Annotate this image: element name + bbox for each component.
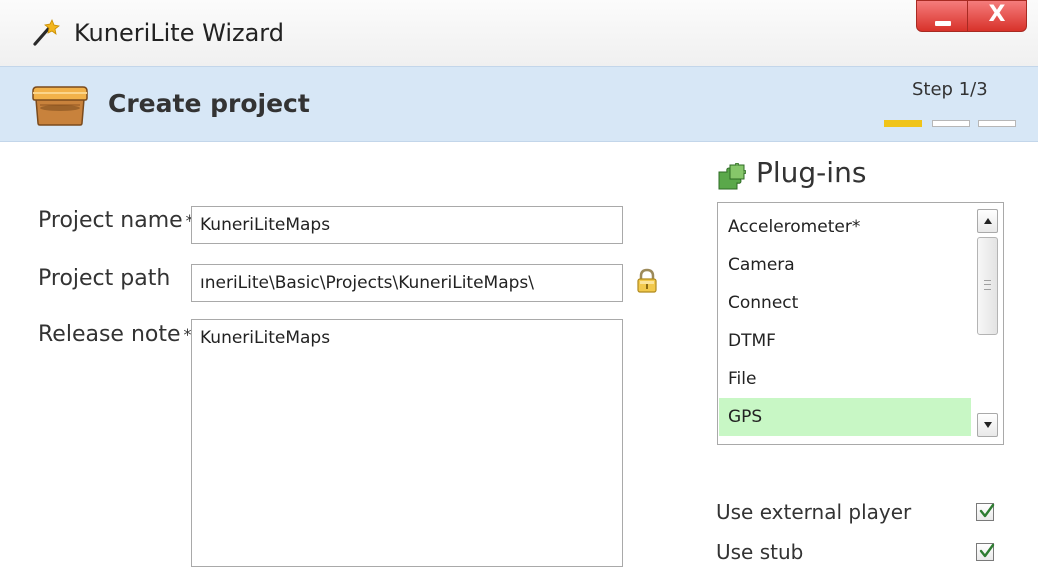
plugin-item-selected[interactable]: GPS — [719, 398, 971, 436]
plugin-item[interactable]: Accelerometer* — [719, 208, 971, 246]
use-stub-checkbox[interactable] — [976, 543, 995, 561]
step-bar-3 — [978, 120, 1016, 127]
project-name-label: Project name * — [38, 206, 194, 236]
checkmark-icon — [979, 543, 995, 558]
plugins-scrollbar[interactable] — [973, 203, 1003, 444]
use-external-player-label: Use external player — [716, 500, 912, 524]
project-path-input[interactable] — [191, 264, 623, 302]
step-bar-1 — [884, 120, 922, 127]
release-note-label-text: Release note — [38, 322, 181, 347]
use-stub-label: Use stub — [716, 540, 804, 564]
wizard-wand-icon — [33, 19, 60, 46]
arrow-up-icon — [983, 218, 992, 224]
release-note-label: Release note * — [38, 320, 192, 350]
plugin-item[interactable]: DTMF — [719, 322, 971, 360]
release-note-textarea[interactable] — [191, 319, 623, 567]
page-title: Create project — [108, 89, 310, 118]
plugin-item[interactable]: Camera — [719, 246, 971, 284]
plugins-list: Accelerometer* Camera Connect DTMF File … — [719, 208, 971, 436]
step-bar-2 — [932, 120, 970, 127]
project-path-label: Project path — [38, 266, 171, 291]
close-icon: X — [988, 2, 1006, 27]
puzzle-pieces-icon — [718, 163, 746, 190]
minimize-button[interactable] — [916, 0, 968, 32]
scroll-up-button[interactable] — [977, 209, 998, 233]
lock-icon[interactable] — [636, 268, 658, 294]
project-name-input[interactable] — [191, 206, 623, 244]
minimize-icon — [935, 21, 951, 26]
checkmark-icon — [979, 503, 995, 518]
title-bar[interactable]: KuneriLite Wizard X — [0, 0, 1038, 66]
box-icon — [32, 86, 88, 126]
project-name-label-text: Project name — [38, 208, 183, 233]
scroll-down-button[interactable] — [977, 413, 998, 437]
close-button[interactable]: X — [967, 0, 1027, 32]
step-header: Create project Step 1/3 — [0, 66, 1038, 142]
kunerilite-wizard-window: KuneriLite Wizard X Create project Step … — [0, 0, 1038, 578]
grip-icon — [984, 280, 991, 290]
step-progress — [884, 120, 1024, 128]
scroll-thumb[interactable] — [977, 237, 998, 335]
use-external-player-checkbox[interactable] — [976, 503, 995, 521]
plugin-item[interactable]: Connect — [719, 284, 971, 322]
plugin-item[interactable]: File — [719, 360, 971, 398]
window-title: KuneriLite Wizard — [74, 19, 284, 47]
plugins-listbox[interactable]: Accelerometer* Camera Connect DTMF File … — [717, 202, 1004, 445]
step-indicator-label: Step 1/3 — [912, 79, 988, 100]
plugins-title: Plug-ins — [756, 156, 867, 189]
arrow-down-icon — [983, 422, 992, 428]
